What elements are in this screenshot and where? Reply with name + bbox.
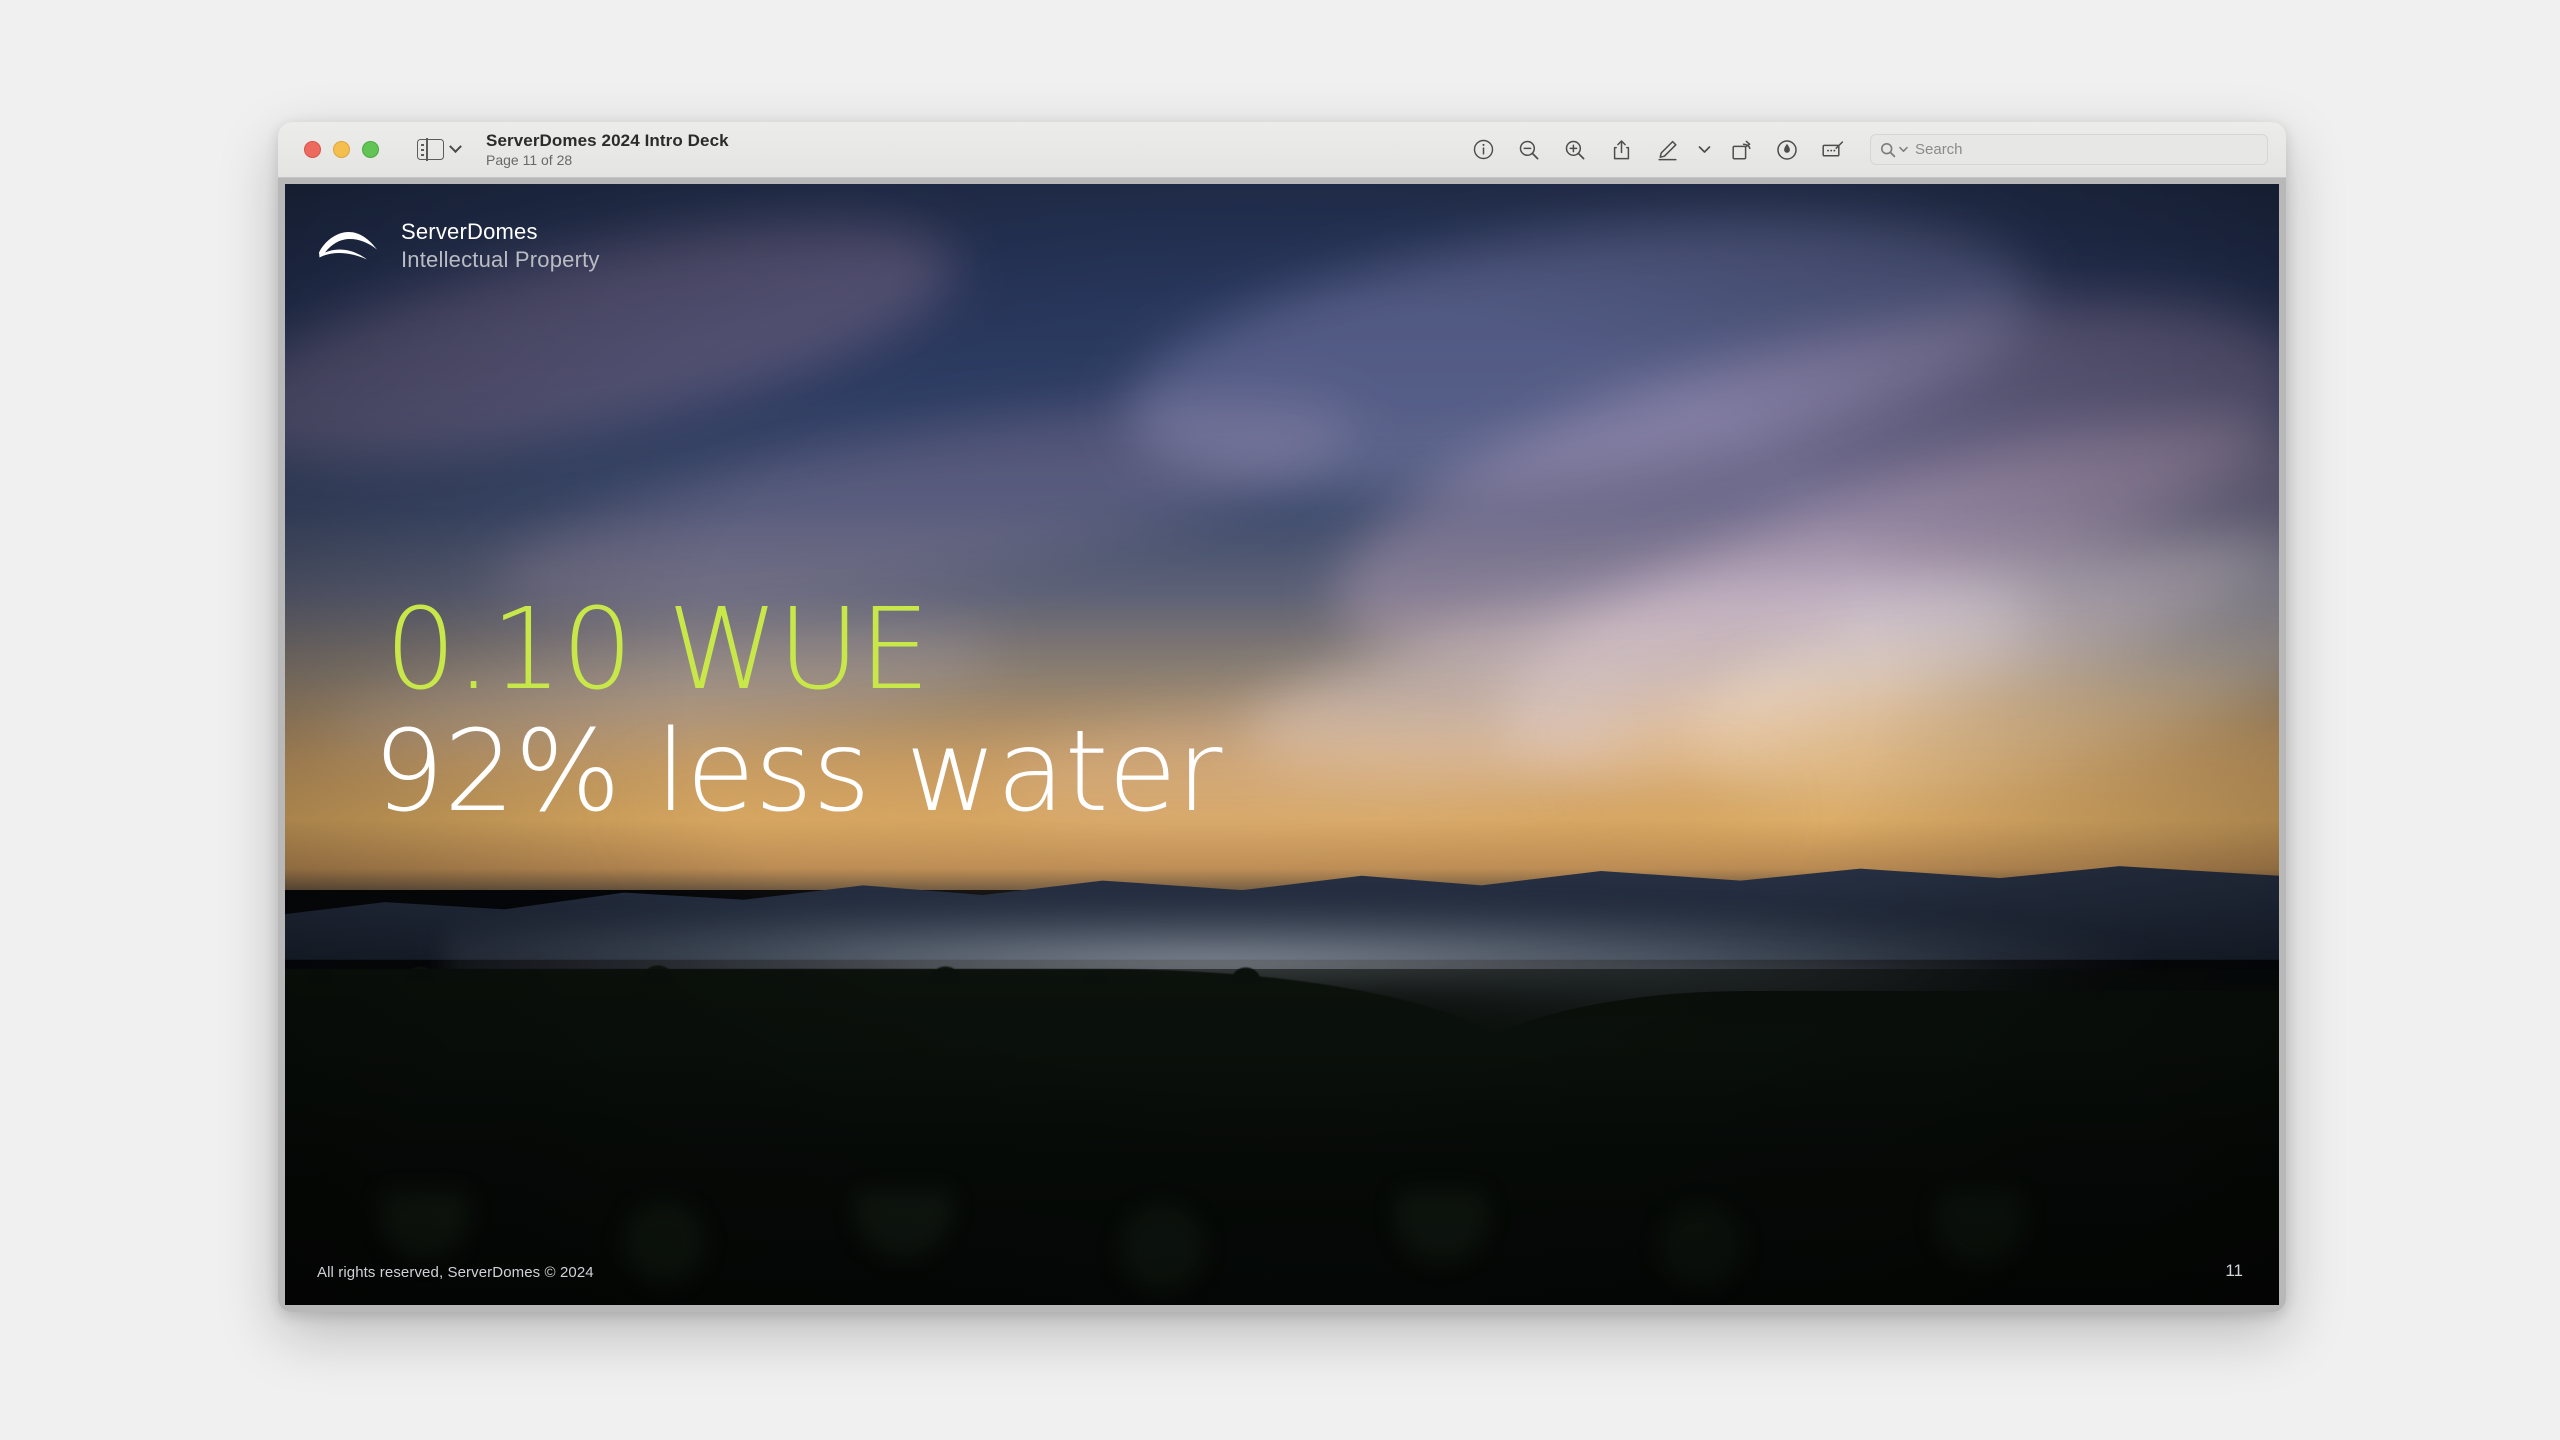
markup-options-button[interactable] <box>1690 130 1718 170</box>
chevron-down-icon <box>449 140 462 154</box>
search-icon <box>1880 142 1896 157</box>
preview-window: ServerDomes 2024 Intro Deck Page 11 of 2… <box>278 122 2286 1312</box>
slide-copyright: All rights reserved, ServerDomes © 2024 <box>317 1264 594 1281</box>
foreground-vegetation <box>285 968 2279 1305</box>
highlight-button[interactable] <box>1764 130 1810 170</box>
brand-subtitle: Intellectual Property <box>401 247 600 273</box>
sidebar-toggle-button[interactable] <box>417 138 462 161</box>
share-icon <box>1613 139 1629 159</box>
annotate-icon <box>1822 140 1844 157</box>
serverdomes-wing-logo-icon <box>319 232 377 260</box>
headline-line-2: 92% less water <box>373 707 1222 838</box>
toolbar: Search <box>1460 122 2268 177</box>
window-titlebar: ServerDomes 2024 Intro Deck Page 11 of 2… <box>278 122 2286 178</box>
rotate-right-button[interactable] <box>1718 130 1764 170</box>
traffic-light-group <box>304 141 379 158</box>
zoom-in-button[interactable] <box>1552 130 1598 170</box>
info-icon <box>1473 139 1493 160</box>
close-button[interactable] <box>304 141 321 158</box>
document-info: ServerDomes 2024 Intro Deck Page 11 of 2… <box>486 131 729 169</box>
brand-lockup: ServerDomes Intellectual Property <box>317 218 600 274</box>
search-field[interactable]: Search <box>1870 134 2268 165</box>
rotate-right-icon <box>1731 140 1751 160</box>
search-chevron-down-icon <box>1899 146 1908 152</box>
share-button[interactable] <box>1598 130 1644 170</box>
document-title: ServerDomes 2024 Intro Deck <box>486 130 729 150</box>
zoom-out-button[interactable] <box>1506 130 1552 170</box>
foliage-texture <box>285 1190 2279 1305</box>
brand-name: ServerDomes <box>401 219 538 244</box>
zoom-out-icon <box>1519 140 1539 159</box>
zoom-in-icon <box>1565 140 1585 159</box>
zoom-button[interactable] <box>362 141 379 158</box>
markup-pen-icon <box>1657 140 1677 160</box>
slide-page-number: 11 <box>2225 1261 2243 1280</box>
page-indicator: Page 11 of 28 <box>486 152 573 169</box>
slide-headline: 0.10 WUE 92% less water <box>373 585 1222 830</box>
minimize-button[interactable] <box>333 141 350 158</box>
document-canvas[interactable]: ServerDomes Intellectual Property 0.10 W… <box>278 178 2286 1312</box>
search-input[interactable]: Search <box>1915 141 1963 158</box>
headline-line-1: 0.10 WUE <box>385 585 930 716</box>
annotate-button[interactable] <box>1810 130 1856 170</box>
info-button[interactable] <box>1460 130 1506 170</box>
sidebar-icon <box>417 138 444 161</box>
slide-page-11: ServerDomes Intellectual Property 0.10 W… <box>285 184 2279 1305</box>
markup-button[interactable] <box>1644 130 1690 170</box>
markup-chevron-icon <box>1698 146 1710 153</box>
highlight-icon <box>1777 139 1797 160</box>
